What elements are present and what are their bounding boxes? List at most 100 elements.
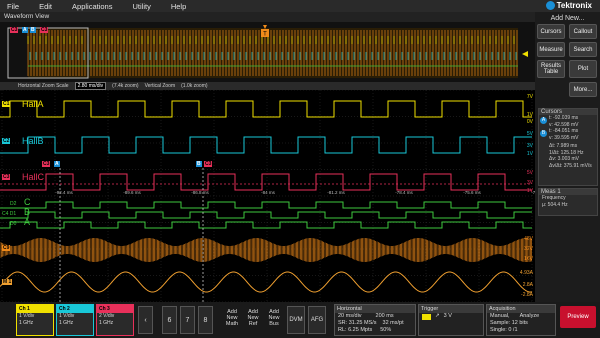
cursors-button[interactable]: Cursors	[537, 24, 565, 39]
acquisition-panel[interactable]: Acquisition Manual, Analyze Sample: 12 bi…	[486, 304, 556, 336]
ch3-volt-label: 1V	[527, 188, 534, 194]
c9-volt-label: 16V	[524, 256, 534, 262]
ch1-badge[interactable]: Ch 1 1 V/div 1 GHz	[16, 304, 54, 336]
zoom-bar: Horizontal Zoom Scale 2.80 ms/div (7.4k …	[0, 82, 535, 90]
time-tick-label: -84 ms	[261, 190, 276, 195]
dvm-button[interactable]: DVM	[287, 306, 305, 334]
c3-tag[interactable]: C3	[2, 174, 11, 180]
ch3-volt-label: 3V	[527, 180, 534, 186]
h-scale: 20 ms/div	[338, 313, 362, 319]
cursor-a-c3-tag: C3	[42, 161, 51, 167]
ch2-volt-label: 5V	[527, 131, 534, 137]
results-table-button[interactable]: Results Table	[537, 60, 565, 78]
more-button[interactable]: More...	[569, 82, 597, 97]
ch2-title: Ch 2	[57, 305, 93, 313]
hall-a-label: HallA	[22, 99, 44, 109]
h-length: 200 ms	[375, 313, 394, 319]
hall-b-trace	[0, 136, 532, 154]
ch3-title: Ch 3	[97, 305, 133, 313]
ch3-scale: 2 V/div	[99, 313, 115, 319]
ch1-title: Ch 1	[17, 305, 53, 313]
cursor-b-tag[interactable]: B	[196, 161, 202, 167]
ch6-button[interactable]: 6	[162, 306, 177, 334]
menu-help[interactable]: Help	[171, 2, 186, 11]
menu-applications[interactable]: Applications	[72, 2, 112, 11]
trigger-slope-icon: ↗	[435, 313, 440, 319]
horizontal-panel[interactable]: Horizontal 20 ms/div 200 ms SR: 31.25 MS/…	[334, 304, 416, 336]
ch1-scale: 1 V/div	[19, 313, 35, 319]
horizontal-title: Horizontal	[335, 305, 415, 313]
scroll-left-button[interactable]: ‹	[138, 306, 153, 334]
afg-button[interactable]: AFG	[308, 306, 326, 334]
add-new-ref-button[interactable]: Add New Ref	[243, 306, 263, 334]
add-new-math-button[interactable]: Add New Math	[222, 306, 242, 334]
digital-a-trace	[0, 221, 532, 229]
add-new-bus-button[interactable]: Add New Bus	[264, 306, 284, 334]
acq-sample: Sample: 12 bits	[490, 320, 528, 326]
c1-tag[interactable]: C1	[2, 101, 11, 107]
callout-button[interactable]: Callout	[569, 24, 597, 39]
delta-v-per-t: Δv/Δt: 375.91 mV/s	[549, 162, 592, 169]
time-tick-label: -86.8 ms	[191, 190, 209, 195]
measure-button[interactable]: Measure	[537, 42, 565, 57]
d1-tag: C4 D1	[2, 211, 17, 217]
time-tick-label: -75.6 ms	[463, 190, 481, 195]
h-recordlength: RL: 6.25 Mpts	[338, 327, 373, 333]
time-tick-label: -92.4 ms	[55, 190, 73, 195]
time-tick-label: -89.6 ms	[123, 190, 141, 195]
meas-1-readout[interactable]: Meas 1 Frequency µ: 504.4 Hz	[538, 188, 598, 216]
digital-c-trace	[0, 201, 532, 209]
d2-tag: D2	[10, 201, 17, 207]
overview-cursor-b: B	[30, 27, 36, 33]
ch1-volt-label: 7V	[527, 94, 534, 100]
cursor-a-tag[interactable]: A	[54, 161, 60, 167]
digital-a-label: A	[24, 217, 31, 227]
h-per-point: 32 ms/pt	[382, 320, 404, 326]
trigger-title: Trigger	[419, 305, 483, 313]
acq-mode: Manual,	[490, 313, 510, 319]
ch7-button[interactable]: 7	[180, 306, 195, 334]
ch3-bw: 1 GHz	[99, 320, 114, 326]
menu-utility[interactable]: Utility	[132, 2, 150, 11]
cursor-a-icon: A	[540, 117, 547, 124]
brand-logo: Tektronix	[545, 1, 592, 11]
h-zoom-value[interactable]: 2.80 ms/div	[74, 82, 107, 90]
meas-1-value: µ: 504.4 Hz	[542, 201, 568, 208]
time-tick-label: -78.4 ms	[395, 190, 413, 195]
trigger-panel[interactable]: Trigger ↗ 3 V	[418, 304, 484, 336]
plot-button[interactable]: Plot	[569, 60, 597, 78]
waveform-view-title: Waveform View	[0, 12, 535, 22]
c2-tag[interactable]: C2	[2, 138, 11, 144]
menu-file[interactable]: File	[7, 2, 19, 11]
cursors-readout[interactable]: Cursors A t: -92.039 ms v: 42.598 mV B t…	[538, 108, 598, 186]
hall-b-label: HallB	[22, 136, 44, 146]
trigger-source-icon	[422, 313, 431, 320]
cursor-b-c3-tag: C3	[204, 161, 213, 167]
ch2-volt-label: 3V	[527, 143, 534, 149]
ch2-volt-label: 1V	[527, 151, 534, 157]
overview-c3-tag2: C3	[40, 27, 49, 33]
menu-edit[interactable]: Edit	[39, 2, 52, 11]
hall-a-trace	[0, 100, 532, 118]
overview-plot[interactable]: T	[0, 22, 535, 82]
ch2-badge[interactable]: Ch 2 1 V/div 1 GHz	[56, 304, 94, 336]
search-button[interactable]: Search	[569, 42, 597, 57]
tektronix-logo-icon	[545, 1, 555, 11]
ch1-volt-label: 1V	[527, 112, 534, 118]
digital-b-label: B	[24, 207, 31, 217]
ch8-button[interactable]: 8	[198, 306, 213, 334]
overview-cursor-a: A	[22, 27, 28, 33]
ch1-volt-label: 0V	[527, 119, 534, 125]
waveform-view: Waveform View T C3 A B C3	[0, 12, 535, 82]
preview-button[interactable]: Preview	[560, 306, 596, 328]
c9-tag[interactable]: C9	[2, 245, 11, 251]
zoom-plot-area[interactable]: -92.4 ms -89.6 ms -86.8 ms -84 ms -81.2 ms -7…	[0, 90, 535, 302]
v-zoom-value: (1.0k zoom)	[181, 83, 208, 89]
ch3-badge[interactable]: Ch 3 2 V/div 1 GHz	[96, 304, 134, 336]
ch1-bw: 1 GHz	[19, 320, 34, 326]
h-position: 50%	[380, 327, 392, 333]
menu-bar: File Edit Applications Utility Help Tekt…	[0, 0, 600, 12]
m1-tag[interactable]: M 1	[2, 279, 13, 285]
zoom-pos: (7.4k zoom)	[112, 83, 139, 89]
m1-volt-label: 2.8A	[523, 282, 534, 288]
